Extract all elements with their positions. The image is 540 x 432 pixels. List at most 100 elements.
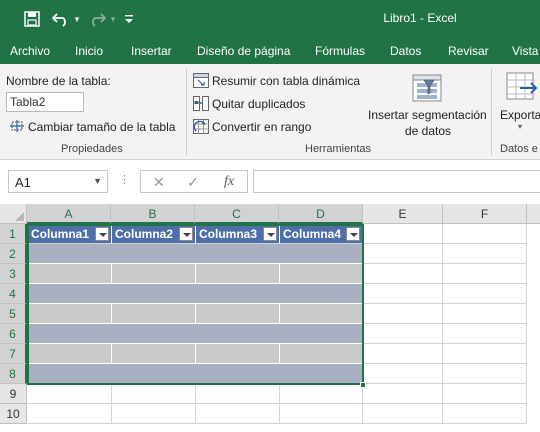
cell[interactable] — [443, 344, 527, 364]
table-cell[interactable] — [196, 264, 280, 284]
table-cell[interactable] — [28, 344, 112, 364]
cell[interactable] — [443, 364, 527, 384]
table-cell[interactable] — [28, 304, 112, 324]
tab-formulas[interactable]: Fórmulas — [315, 44, 365, 58]
insert-slicer-button[interactable]: Insertar segmentación — [368, 108, 487, 122]
cell[interactable] — [363, 364, 443, 384]
row-header-3[interactable]: 3 — [0, 264, 27, 284]
table-row[interactable] — [28, 244, 363, 264]
table-resize-handle[interactable] — [360, 382, 366, 388]
cell[interactable] — [196, 384, 280, 404]
cell[interactable] — [363, 384, 443, 404]
column-header-e[interactable]: E — [363, 204, 443, 224]
cell[interactable] — [443, 264, 527, 284]
insert-slicer-button-line2[interactable]: de datos — [405, 124, 451, 138]
cell[interactable] — [28, 384, 112, 404]
formula-input[interactable] — [253, 170, 540, 193]
tab-datos[interactable]: Datos — [390, 44, 421, 58]
customize-qat-icon[interactable] — [122, 8, 136, 30]
cell[interactable] — [443, 384, 527, 404]
table-cell[interactable] — [196, 344, 280, 364]
table-cell[interactable] — [112, 344, 196, 364]
redo-dropdown-icon[interactable]: ▾ — [108, 8, 118, 30]
table-row[interactable] — [28, 284, 363, 304]
export-button[interactable]: Exporta — [500, 108, 540, 122]
table-cell[interactable] — [280, 344, 363, 364]
cell[interactable] — [363, 324, 443, 344]
select-all-corner[interactable] — [0, 204, 27, 224]
cell[interactable] — [112, 384, 196, 404]
table-cell[interactable] — [196, 304, 280, 324]
redo-icon[interactable] — [86, 8, 108, 30]
undo-icon[interactable] — [50, 8, 72, 30]
enter-icon[interactable]: ✓ — [187, 174, 199, 191]
undo-dropdown-icon[interactable]: ▾ — [72, 8, 82, 30]
cell[interactable] — [196, 404, 280, 424]
table-cell[interactable] — [112, 264, 196, 284]
formula-bar-splitter[interactable]: ⋮ — [119, 173, 130, 186]
cell[interactable] — [363, 344, 443, 364]
row-header-1[interactable]: 1 — [0, 224, 27, 244]
cell[interactable] — [363, 284, 443, 304]
row-header-9[interactable]: 9 — [0, 384, 27, 404]
table-cell[interactable] — [280, 264, 363, 284]
table-header-cell[interactable]: Columna4 — [280, 224, 363, 244]
table-row[interactable] — [28, 324, 363, 344]
export-dropdown-icon[interactable]: ▾ — [518, 122, 522, 131]
cell[interactable] — [363, 244, 443, 264]
row-header-7[interactable]: 7 — [0, 344, 27, 364]
row-header-10[interactable]: 10 — [0, 404, 27, 424]
filter-dropdown-icon[interactable] — [263, 227, 277, 241]
filter-dropdown-icon[interactable] — [346, 227, 360, 241]
row-header-8[interactable]: 8 — [0, 364, 27, 384]
tab-revisar[interactable]: Revisar — [448, 44, 489, 58]
table-cell[interactable] — [28, 264, 112, 284]
cell[interactable] — [443, 404, 527, 424]
cell[interactable] — [443, 284, 527, 304]
cell[interactable] — [280, 384, 363, 404]
cell[interactable] — [443, 244, 527, 264]
cell[interactable] — [363, 404, 443, 424]
insert-function-icon[interactable]: fx — [224, 174, 234, 190]
cell[interactable] — [363, 304, 443, 324]
remove-duplicates-button[interactable]: Quitar duplicados — [212, 97, 305, 111]
cell[interactable] — [443, 304, 527, 324]
table-header-cell[interactable]: Columna2 — [112, 224, 196, 244]
table-cell[interactable] — [280, 304, 363, 324]
table-header-cell[interactable]: Columna1 — [28, 224, 112, 244]
table-row[interactable] — [28, 364, 363, 384]
row-header-5[interactable]: 5 — [0, 304, 27, 324]
cell[interactable] — [443, 324, 527, 344]
tab-vista[interactable]: Vista — [512, 44, 538, 58]
tab-inicio[interactable]: Inicio — [75, 44, 103, 58]
table-cell[interactable] — [112, 304, 196, 324]
column-header-b[interactable]: B — [111, 204, 195, 224]
column-header-g[interactable] — [527, 204, 540, 224]
save-icon[interactable] — [20, 8, 44, 30]
tab-archivo[interactable]: Archivo — [10, 44, 50, 58]
cancel-icon[interactable]: ✕ — [153, 174, 165, 191]
tab-insertar[interactable]: Insertar — [131, 44, 172, 58]
filter-dropdown-icon[interactable] — [179, 227, 193, 241]
table-name-input[interactable]: Tabla2 — [6, 92, 84, 112]
tab-diseno-de-pagina[interactable]: Diseño de página — [197, 44, 290, 58]
name-box[interactable]: A1 ▼ — [8, 170, 108, 193]
convert-to-range-button[interactable]: Convertir en rango — [212, 120, 311, 134]
pivot-summary-button[interactable]: Resumir con tabla dinámica — [212, 74, 360, 88]
cell[interactable] — [363, 264, 443, 284]
row-header-2[interactable]: 2 — [0, 244, 27, 264]
column-header-a[interactable]: A — [27, 204, 111, 224]
column-header-f[interactable]: F — [443, 204, 527, 224]
cell[interactable] — [280, 404, 363, 424]
cell[interactable] — [28, 404, 112, 424]
filter-dropdown-icon[interactable] — [95, 227, 109, 241]
resize-table-button[interactable]: Cambiar tamaño de la tabla — [28, 120, 175, 134]
cell[interactable] — [443, 224, 527, 244]
cell[interactable] — [112, 404, 196, 424]
column-header-d[interactable]: D — [279, 204, 363, 224]
name-box-dropdown-icon[interactable]: ▼ — [93, 176, 102, 186]
cell[interactable] — [363, 224, 443, 244]
row-header-6[interactable]: 6 — [0, 324, 27, 344]
worksheet-grid[interactable]: A B C D E F 1 2 3 4 5 6 7 8 9 10 Columna… — [0, 202, 540, 432]
column-header-c[interactable]: C — [195, 204, 279, 224]
